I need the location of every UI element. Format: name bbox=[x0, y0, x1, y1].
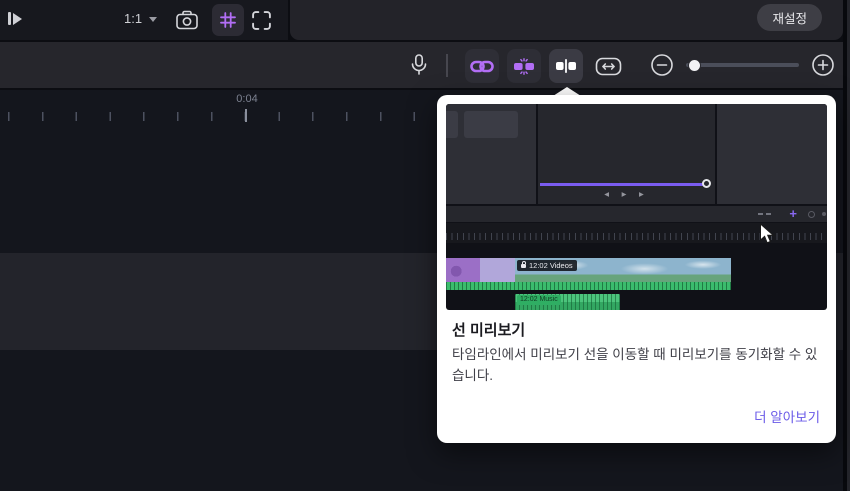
mini-circle-icon bbox=[808, 210, 815, 218]
mini-video-thumbnail bbox=[480, 258, 515, 282]
mini-video-waveform bbox=[446, 282, 731, 290]
fit-width-icon bbox=[595, 57, 622, 76]
detach-preview-toggle-button[interactable] bbox=[507, 49, 541, 83]
expand-panel-icon[interactable] bbox=[8, 12, 22, 25]
mini-timeline-toolbar: + bbox=[446, 206, 827, 222]
link-preview-toggle-button[interactable] bbox=[465, 49, 499, 83]
timeline-zoom-slider[interactable] bbox=[686, 58, 799, 72]
free-transform-button[interactable] bbox=[248, 7, 274, 33]
ruler-time-label: 0:04 bbox=[236, 93, 258, 105]
grid-toggle-button[interactable] bbox=[212, 4, 244, 36]
seek-line-icon bbox=[555, 58, 577, 74]
chevron-down-icon bbox=[149, 17, 158, 22]
learn-more-link[interactable]: 더 알아보기 bbox=[754, 406, 820, 426]
mini-add-icon: + bbox=[789, 206, 797, 221]
mini-sidebar-item bbox=[446, 111, 458, 138]
ruler-major-tick bbox=[245, 109, 247, 122]
ruler-ticks bbox=[8, 112, 432, 121]
toolbar-divider bbox=[446, 54, 448, 77]
reset-button[interactable]: 재설정 bbox=[757, 4, 822, 31]
mini-sidebar-item bbox=[464, 111, 518, 138]
split-blocks-icon bbox=[513, 57, 535, 75]
zoom-in-icon bbox=[811, 53, 835, 77]
mini-transport-controls: ◂ ▸ ▸ bbox=[604, 189, 649, 200]
mic-icon bbox=[409, 53, 429, 77]
snapshot-button[interactable] bbox=[174, 7, 200, 33]
video-editor-window: 1:1 재설정 0:04 ◂ ▸ ▸ + 12:02 Videos 12:02 … bbox=[0, 0, 850, 491]
mini-video-clip-badge: 12:02 Videos bbox=[517, 259, 577, 271]
mini-dot-icon bbox=[822, 212, 826, 216]
mini-seek-bar bbox=[540, 183, 707, 186]
camera-icon bbox=[175, 9, 199, 31]
grid-icon bbox=[219, 11, 237, 29]
feature-tooltip-card: ◂ ▸ ▸ + 12:02 Videos 12:02 Music 선 미리보기 … bbox=[437, 95, 836, 443]
link-icon bbox=[470, 59, 494, 74]
tooltip-body: 타임라인에서 미리보기 선을 이동할 때 미리보기를 동기화할 수 있습니다. bbox=[452, 347, 818, 383]
mini-video-thumbnail bbox=[446, 258, 480, 282]
mini-sidebar bbox=[446, 104, 536, 204]
mini-properties-panel bbox=[717, 104, 827, 204]
mini-seek-handle bbox=[702, 179, 711, 188]
voiceover-button[interactable] bbox=[407, 52, 431, 78]
zoom-out-icon bbox=[650, 53, 674, 77]
tooltip-title: 선 미리보기 bbox=[452, 322, 526, 339]
free-transform-icon bbox=[251, 10, 272, 31]
mini-video-track: 12:02 Videos bbox=[446, 258, 731, 290]
properties-panel-footer: 재설정 bbox=[290, 0, 843, 40]
preview-controls-bar: 1:1 bbox=[0, 0, 288, 40]
preview-zoom-value: 1:1 bbox=[124, 11, 143, 26]
feature-preview-screenshot: ◂ ▸ ▸ + 12:02 Videos 12:02 Music bbox=[446, 104, 827, 310]
mini-music-clip-badge: 12:02 Music bbox=[517, 295, 561, 305]
mini-preview-player: ◂ ▸ ▸ bbox=[538, 104, 715, 204]
lock-icon bbox=[521, 261, 526, 268]
mini-dashes-icon bbox=[758, 213, 771, 215]
preview-zoom-dropdown[interactable]: 1:1 bbox=[124, 11, 158, 26]
fit-timeline-button[interactable] bbox=[591, 49, 625, 83]
zoom-slider-handle[interactable] bbox=[688, 58, 701, 72]
seek-line-toggle-button[interactable] bbox=[549, 49, 583, 83]
cursor-icon bbox=[759, 223, 775, 245]
zoom-out-button[interactable] bbox=[650, 53, 674, 77]
zoom-in-button[interactable] bbox=[811, 53, 835, 77]
mini-music-clip: 12:02 Music bbox=[515, 294, 620, 310]
